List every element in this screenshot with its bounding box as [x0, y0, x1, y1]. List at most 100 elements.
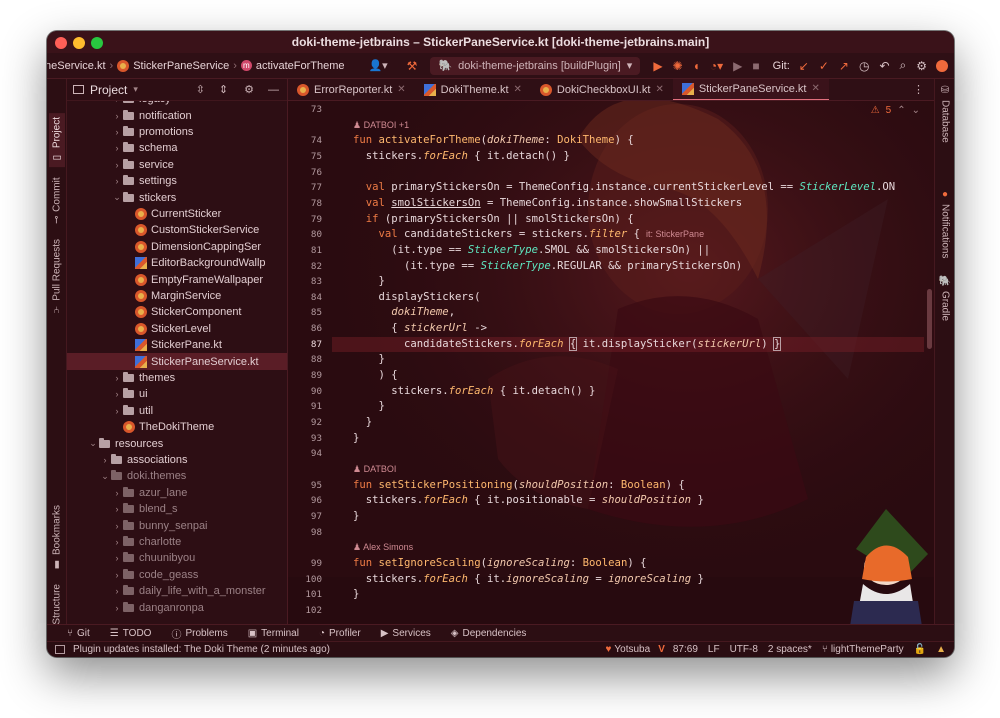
- tool-tab-profiler[interactable]: ◔ Profiler: [319, 628, 361, 639]
- indent-setting[interactable]: 2 spaces*: [768, 644, 812, 655]
- tree-item[interactable]: EmptyFrameWallpaper: [67, 271, 287, 287]
- tree-item[interactable]: › code_geass: [67, 567, 287, 583]
- breadcrumb-method[interactable]: m activateForTheme: [240, 60, 345, 72]
- editor-tab[interactable]: ErrorReporter.kt ✕: [288, 79, 415, 100]
- code-line[interactable]: (it.type == StickerType.SMOL && smolStic…: [353, 243, 710, 259]
- breadcrumb-file[interactable]: neService.kt: [47, 60, 106, 72]
- theme-name[interactable]: Yotsuba: [614, 644, 650, 655]
- tree-item[interactable]: › associations: [67, 452, 287, 468]
- user-icon[interactable]: 👤▾: [368, 59, 387, 72]
- tree-item[interactable]: › service: [67, 157, 287, 173]
- event-log-icon[interactable]: ▲: [936, 644, 946, 655]
- chevron-right-icon[interactable]: ›: [99, 455, 111, 465]
- code-line[interactable]: }: [353, 399, 385, 415]
- notifications-tool-tab[interactable]: ● Notifications: [938, 189, 952, 258]
- close-tab-icon[interactable]: ✕: [811, 83, 819, 94]
- git-update-icon[interactable]: ↙: [799, 59, 809, 73]
- tree-item[interactable]: ⌄ resources: [67, 435, 287, 451]
- tree-item[interactable]: ⌄ stickers: [67, 189, 287, 205]
- settings-icon[interactable]: ⚙: [916, 59, 927, 73]
- code-view[interactable]: ♟ DATBOI +1 fun activateForTheme(dokiThem…: [332, 101, 924, 624]
- code-line[interactable]: { stickerUrl ->: [353, 321, 487, 337]
- code-line[interactable]: fun setIgnoreScaling(ignoreScaling: Bool…: [353, 556, 646, 572]
- commit-tool-tab[interactable]: ⊸ Commit: [49, 177, 65, 224]
- tree-item[interactable]: › notification: [67, 107, 287, 123]
- tool-tab-terminal[interactable]: ▣ Terminal: [248, 628, 299, 639]
- chevron-right-icon[interactable]: ›: [111, 570, 123, 580]
- database-tool-tab[interactable]: ⛁ Database: [938, 85, 952, 143]
- close-window-button[interactable]: [55, 37, 67, 49]
- code-line[interactable]: val candidateStickers = stickers.filter …: [353, 227, 705, 243]
- file-encoding[interactable]: UTF-8: [730, 644, 758, 655]
- code-line[interactable]: stickers.forEach { it.detach() }: [353, 149, 570, 165]
- code-line[interactable]: displayStickers(: [353, 290, 481, 306]
- chevron-down-icon[interactable]: ⌄: [111, 192, 123, 203]
- minimize-window-button[interactable]: [73, 37, 85, 49]
- tree-item[interactable]: TheDokiTheme: [67, 419, 287, 435]
- chevron-down-icon[interactable]: ⌄: [87, 438, 99, 449]
- editor-scrollbar[interactable]: [927, 289, 932, 349]
- chevron-down-icon[interactable]: ⌄: [99, 471, 111, 482]
- code-line[interactable]: fun setStickerPositioning(shouldPosition…: [353, 478, 685, 494]
- chevron-right-icon[interactable]: ›: [111, 406, 123, 416]
- tree-item[interactable]: › daily_life_with_a_monster: [67, 583, 287, 599]
- tree-item[interactable]: StickerPane.kt: [67, 337, 287, 353]
- zoom-window-button[interactable]: [91, 37, 103, 49]
- collapse-all-icon[interactable]: ⇕: [219, 83, 228, 96]
- close-tab-icon[interactable]: ✕: [655, 84, 663, 95]
- run-icon[interactable]: ▶: [653, 59, 662, 73]
- tree-item[interactable]: › promotions: [67, 124, 287, 140]
- tree-item[interactable]: › chuunibyou: [67, 550, 287, 566]
- bookmarks-tool-tab[interactable]: ▮ Bookmarks: [49, 505, 65, 570]
- status-panel-icon[interactable]: [55, 645, 65, 654]
- tree-item[interactable]: › bunny_senpai: [67, 517, 287, 533]
- close-tab-icon[interactable]: ✕: [514, 84, 522, 95]
- coverage-icon[interactable]: ◖: [693, 59, 700, 73]
- code-line[interactable]: candidateStickers.forEach { it.displaySt…: [353, 336, 782, 353]
- hammer-build-icon[interactable]: ⚒: [407, 59, 418, 73]
- code-author-hint[interactable]: ♟ Alex Simons: [353, 542, 413, 553]
- status-message[interactable]: Plugin updates installed: The Doki Theme…: [73, 644, 330, 655]
- chevron-right-icon[interactable]: ›: [111, 101, 123, 104]
- chevron-right-icon[interactable]: ›: [111, 586, 123, 596]
- chevron-right-icon[interactable]: ›: [111, 488, 123, 498]
- chevron-right-icon[interactable]: ›: [111, 389, 123, 399]
- project-panel-title[interactable]: Project: [90, 83, 127, 97]
- git-push-icon[interactable]: ↗: [839, 59, 849, 73]
- chevron-right-icon[interactable]: ›: [111, 143, 123, 153]
- code-line[interactable]: stickers.forEach { it.ignoreScaling = ig…: [353, 572, 704, 588]
- expand-all-icon[interactable]: ⇳: [196, 83, 205, 96]
- tree-item[interactable]: DimensionCappingSer: [67, 239, 287, 255]
- tree-item[interactable]: › schema: [67, 140, 287, 156]
- tool-tab-problems[interactable]: ⓘ Problems: [171, 626, 227, 641]
- code-line[interactable]: }: [353, 415, 372, 431]
- tree-item[interactable]: ⌄ doki.themes: [67, 468, 287, 484]
- code-line[interactable]: }: [353, 352, 385, 368]
- tree-item[interactable]: EditorBackgroundWallp: [67, 255, 287, 271]
- hide-panel-icon[interactable]: —: [268, 84, 279, 96]
- doki-logo-icon[interactable]: [936, 59, 948, 72]
- history-icon[interactable]: ◷: [859, 59, 869, 73]
- chevron-right-icon[interactable]: ›: [111, 160, 123, 170]
- gradle-tool-tab[interactable]: 🐘 Gradle: [938, 275, 952, 321]
- chevron-right-icon[interactable]: ›: [111, 176, 123, 186]
- lock-icon[interactable]: 🔓: [914, 644, 926, 655]
- code-line[interactable]: }: [353, 274, 385, 290]
- code-author-hint[interactable]: ♟ DATBOI: [353, 464, 396, 475]
- tree-item[interactable]: StickerPaneService.kt: [67, 353, 287, 370]
- chevron-right-icon[interactable]: ›: [111, 521, 123, 531]
- close-tab-icon[interactable]: ✕: [397, 84, 405, 95]
- search-icon[interactable]: ⌕: [900, 58, 907, 73]
- chevron-down-icon[interactable]: ▾: [133, 84, 138, 95]
- code-line[interactable]: fun activateForTheme(dokiTheme: DokiThem…: [353, 133, 634, 149]
- git-commit-icon[interactable]: ✓: [819, 59, 829, 73]
- code-line[interactable]: stickers.forEach { it.detach() }: [353, 384, 595, 400]
- code-line[interactable]: if (primaryStickersOn || smolStickersOn)…: [353, 212, 634, 228]
- tree-item[interactable]: › util: [67, 403, 287, 419]
- chevron-right-icon[interactable]: ›: [111, 504, 123, 514]
- project-tool-tab[interactable]: ▭ Project: [49, 113, 65, 168]
- profile-icon[interactable]: ◔▾: [710, 59, 723, 73]
- editor-tab[interactable]: DokiTheme.kt ✕: [415, 79, 531, 100]
- line-separator[interactable]: LF: [708, 644, 720, 655]
- chevron-right-icon[interactable]: ›: [111, 603, 123, 613]
